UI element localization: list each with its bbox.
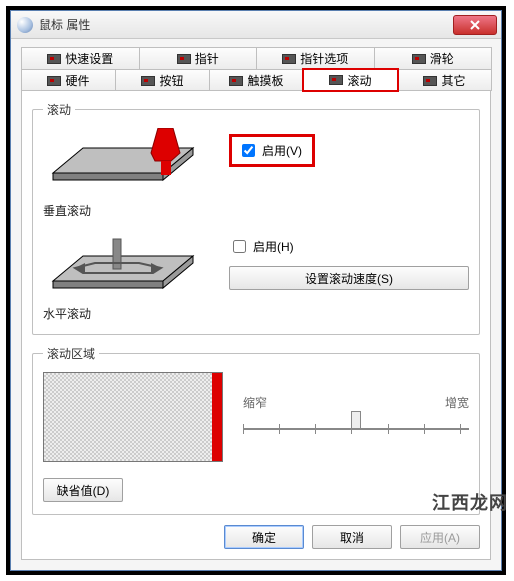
tab-touchpad[interactable]: 触摸板 bbox=[209, 69, 304, 91]
enable-vertical-label: 启用(V) bbox=[262, 142, 302, 159]
ok-label: 确定 bbox=[252, 529, 276, 546]
tab-label: 快速设置 bbox=[65, 50, 113, 67]
narrow-label: 缩窄 bbox=[243, 394, 267, 411]
close-icon bbox=[470, 20, 480, 30]
close-button[interactable] bbox=[453, 15, 497, 35]
enable-horizontal-checkbox[interactable] bbox=[233, 240, 246, 253]
tab-hardware[interactable]: 硬件 bbox=[21, 69, 116, 91]
width-slider[interactable] bbox=[243, 417, 469, 441]
ok-button[interactable]: 确定 bbox=[224, 525, 304, 549]
scroll-area-legend: 滚动区域 bbox=[43, 345, 99, 362]
titlebar: 鼠标 属性 bbox=[11, 11, 501, 39]
enable-vertical-checkbox-wrap[interactable]: 启用(V) bbox=[229, 134, 315, 167]
app-icon bbox=[17, 17, 33, 33]
horizontal-scroll-diagram bbox=[43, 231, 203, 301]
horizontal-scroll-row: 水平滚动 启用(H) 设置滚动速度(S) bbox=[43, 231, 469, 322]
tab-icon bbox=[141, 76, 155, 86]
dialog-buttons: 确定 取消 应用(A) bbox=[32, 525, 480, 549]
scroll-area-preview bbox=[43, 372, 223, 462]
scroll-area-group: 滚动区域 缩窄 增宽 bbox=[32, 345, 480, 515]
vertical-scroll-diagram bbox=[43, 128, 203, 198]
enable-horizontal-checkbox-wrap[interactable]: 启用(H) bbox=[229, 237, 469, 256]
tab-icon bbox=[282, 54, 296, 64]
tab-label: 其它 bbox=[441, 72, 465, 89]
horizontal-scroll-icon bbox=[43, 231, 203, 301]
tab-icon bbox=[47, 54, 61, 64]
tab-pointer-options[interactable]: 指针选项 bbox=[256, 47, 375, 69]
vertical-scroll-label: 垂直滚动 bbox=[43, 202, 213, 219]
scroll-speed-button[interactable]: 设置滚动速度(S) bbox=[229, 266, 469, 290]
tab-label: 滑轮 bbox=[430, 50, 454, 67]
enable-horizontal-label: 启用(H) bbox=[253, 238, 294, 255]
tab-label: 触摸板 bbox=[247, 72, 283, 89]
scroll-group: 滚动 bbox=[32, 101, 480, 335]
tab-scroll[interactable]: 滚动 bbox=[303, 69, 398, 91]
tab-buttons[interactable]: 按钮 bbox=[115, 69, 210, 91]
tab-row-2: 硬件 按钮 触摸板 滚动 其它 bbox=[21, 69, 491, 91]
widen-label: 增宽 bbox=[445, 394, 469, 411]
tab-label: 指针 bbox=[195, 50, 219, 67]
horizontal-diagram-col: 水平滚动 bbox=[43, 231, 213, 322]
tab-icon bbox=[329, 75, 343, 85]
defaults-button[interactable]: 缺省值(D) bbox=[43, 478, 123, 502]
slider-thumb[interactable] bbox=[351, 411, 361, 429]
horizontal-controls: 启用(H) 设置滚动速度(S) bbox=[229, 231, 469, 290]
vertical-scroll-row: 垂直滚动 启用(V) bbox=[43, 128, 469, 219]
tab-icon bbox=[229, 76, 243, 86]
apply-label: 应用(A) bbox=[420, 529, 460, 546]
defaults-label: 缺省值(D) bbox=[57, 482, 110, 499]
screenshot-frame: 鼠标 属性 快速设置 指针 指针选项 滑轮 硬件 按钮 触摸板 滚动 其它 bbox=[6, 6, 506, 575]
tab-wheel[interactable]: 滑轮 bbox=[374, 47, 493, 69]
content-area: 快速设置 指针 指针选项 滑轮 硬件 按钮 触摸板 滚动 其它 滚动 bbox=[11, 39, 501, 570]
tab-label: 滚动 bbox=[347, 72, 371, 89]
scroll-speed-label: 设置滚动速度(S) bbox=[305, 270, 393, 287]
enable-vertical-checkbox[interactable] bbox=[242, 144, 255, 157]
slider-labels: 缩窄 增宽 bbox=[243, 394, 469, 411]
width-slider-col: 缩窄 增宽 bbox=[243, 394, 469, 441]
tab-quick-settings[interactable]: 快速设置 bbox=[21, 47, 140, 69]
apply-button: 应用(A) bbox=[400, 525, 480, 549]
dialog-window: 鼠标 属性 快速设置 指针 指针选项 滑轮 硬件 按钮 触摸板 滚动 其它 bbox=[10, 10, 502, 571]
tab-pointer[interactable]: 指针 bbox=[139, 47, 258, 69]
cancel-button[interactable]: 取消 bbox=[312, 525, 392, 549]
tab-strip: 快速设置 指针 指针选项 滑轮 硬件 按钮 触摸板 滚动 其它 bbox=[21, 47, 491, 91]
scroll-legend: 滚动 bbox=[43, 101, 75, 118]
tab-icon bbox=[412, 54, 426, 64]
tab-label: 按钮 bbox=[159, 72, 183, 89]
tab-icon bbox=[47, 76, 61, 86]
vertical-diagram-col: 垂直滚动 bbox=[43, 128, 213, 219]
tab-label: 硬件 bbox=[65, 72, 89, 89]
scroll-area-active-region bbox=[212, 373, 222, 461]
tab-label: 指针选项 bbox=[300, 50, 348, 67]
cancel-label: 取消 bbox=[340, 529, 364, 546]
tab-other[interactable]: 其它 bbox=[397, 69, 492, 91]
tab-row-1: 快速设置 指针 指针选项 滑轮 bbox=[21, 47, 491, 69]
tab-icon bbox=[177, 54, 191, 64]
window-title: 鼠标 属性 bbox=[39, 16, 453, 33]
vertical-controls: 启用(V) bbox=[229, 128, 469, 167]
horizontal-scroll-label: 水平滚动 bbox=[43, 305, 213, 322]
tab-panel-scroll: 滚动 bbox=[21, 90, 491, 560]
tab-icon bbox=[423, 76, 437, 86]
vertical-scroll-icon bbox=[43, 128, 203, 198]
scroll-area-row: 缩窄 增宽 bbox=[43, 372, 469, 462]
